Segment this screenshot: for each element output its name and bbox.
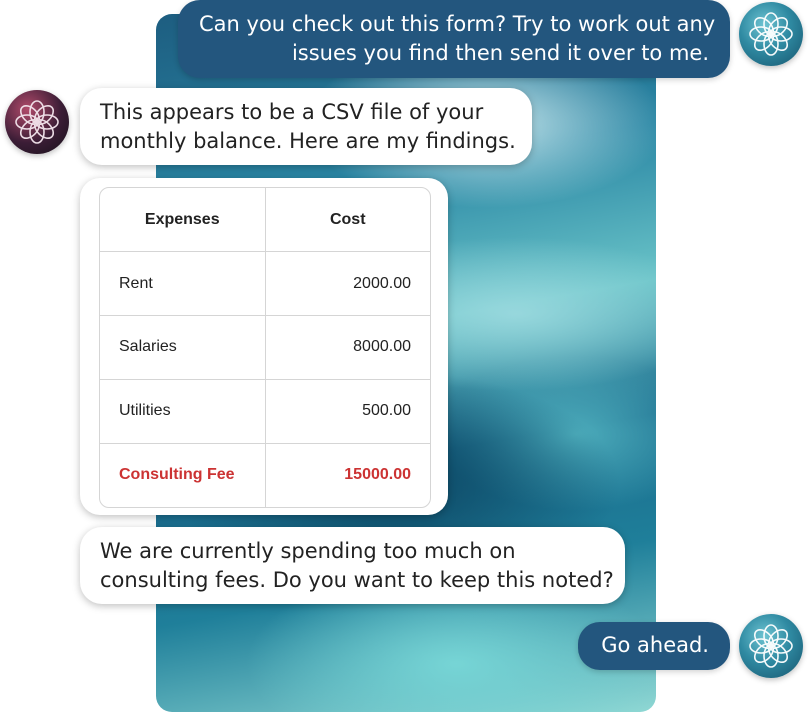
column-header-cost: Cost	[265, 188, 430, 253]
expense-cost: 15000.00	[344, 466, 411, 484]
flower-knot-icon	[15, 100, 59, 144]
user-avatar	[739, 614, 803, 678]
message-text: issues you find then send it over to me.	[291, 41, 709, 65]
user-message-bubble: Go ahead.	[578, 622, 730, 670]
message-text: Can you check out this form? Try to work…	[199, 12, 716, 36]
user-message-bubble: Can you check out this form? Try to work…	[178, 0, 730, 78]
assistant-message-bubble: This appears to be a CSV file of your mo…	[80, 88, 532, 165]
message-text: consulting fees. Do you want to keep thi…	[100, 568, 614, 592]
table-row-highlighted: Consulting Fee 15000.00	[100, 443, 430, 507]
table-header-row: Expenses Cost	[100, 188, 430, 253]
assistant-message-bubble: We are currently spending too much on co…	[80, 527, 625, 604]
expense-table-card: Expenses Cost Rent 2000.00 Salaries 8000…	[80, 178, 448, 515]
expense-label: Rent	[100, 251, 266, 317]
table-row: Salaries 8000.00	[100, 315, 430, 380]
user-avatar	[739, 2, 803, 66]
expense-cost: 8000.00	[265, 315, 430, 380]
message-text: Go ahead.	[601, 633, 709, 657]
expense-label: Consulting Fee	[100, 443, 266, 507]
expense-cost: 2000.00	[265, 251, 430, 317]
message-text: monthly balance. Here are my findings.	[100, 129, 516, 153]
expense-table-frame: Expenses Cost Rent 2000.00 Salaries 8000…	[99, 187, 431, 508]
message-text: We are currently spending too much on	[100, 539, 516, 563]
table-row: Rent 2000.00	[100, 251, 430, 317]
expense-cost: 500.00	[265, 379, 430, 444]
message-text: This appears to be a CSV file of your	[100, 100, 484, 124]
expense-table: Expenses Cost Rent 2000.00 Salaries 8000…	[100, 188, 430, 507]
assistant-avatar	[5, 90, 69, 154]
expense-label: Utilities	[100, 379, 266, 444]
expense-label: Salaries	[100, 315, 266, 380]
flower-knot-icon	[749, 12, 793, 56]
table-row: Utilities 500.00	[100, 379, 430, 444]
flower-knot-icon	[749, 624, 793, 668]
column-header-expenses: Expenses	[100, 188, 266, 253]
